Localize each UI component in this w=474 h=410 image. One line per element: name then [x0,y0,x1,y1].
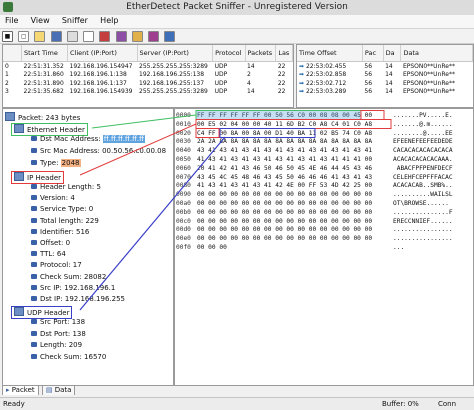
annotation-overlay [79,110,392,311]
data-tab-icon: ▤ [45,386,53,394]
udp-bytes-highlight [219,128,316,138]
status-bar: Ready Buffer: 0% Conn [0,397,474,410]
packet-tab-icon: ▸ [6,386,10,394]
ip-bytes-highlight-2 [195,119,392,129]
ethernet-connector [91,114,197,129]
ip-connector [79,123,197,176]
ip-bytes-highlight-3 [195,128,220,138]
status-text: Ready [3,400,25,408]
buffer-status: Buffer: 0% [382,400,419,408]
tab-packet[interactable]: ▸ Packet [2,385,39,395]
tab-data[interactable]: ▤ Data [41,385,76,395]
udp-connector [79,136,226,311]
view-tabs: ▸ Packet ▤ Data [2,385,76,395]
ip-bytes-highlight-1 [360,110,385,120]
connection-status: Conn [438,400,457,408]
ethernet-bytes-highlight [195,110,362,120]
